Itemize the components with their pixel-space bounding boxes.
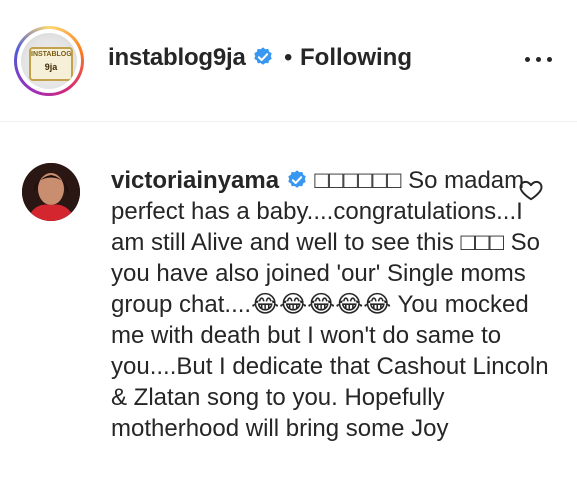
comment-text: □□□□□□ So madam perfect has a baby....co…: [111, 167, 549, 442]
heart-icon[interactable]: [518, 177, 544, 203]
more-options-icon[interactable]: [522, 48, 554, 72]
post-header: INSTABLOG 9ja instablog9ja • Following: [0, 0, 577, 122]
story-ring[interactable]: INSTABLOG 9ja: [14, 26, 84, 96]
separator-dot: •: [284, 44, 293, 71]
avatar-photo: [22, 163, 80, 221]
profile-avatar[interactable]: INSTABLOG 9ja: [21, 33, 77, 89]
verified-badge-icon: [288, 170, 306, 188]
post-author-username[interactable]: instablog9ja: [108, 44, 274, 72]
instablog9ja-logo: INSTABLOG 9ja: [29, 47, 73, 81]
comment-body: victoriainyama □□□□□□ So madam perfect h…: [111, 165, 551, 444]
verified-badge-icon: [254, 47, 272, 65]
following-button[interactable]: Following: [300, 44, 412, 72]
comment-author-avatar[interactable]: [22, 163, 80, 221]
comment-username[interactable]: victoriainyama: [111, 167, 279, 194]
